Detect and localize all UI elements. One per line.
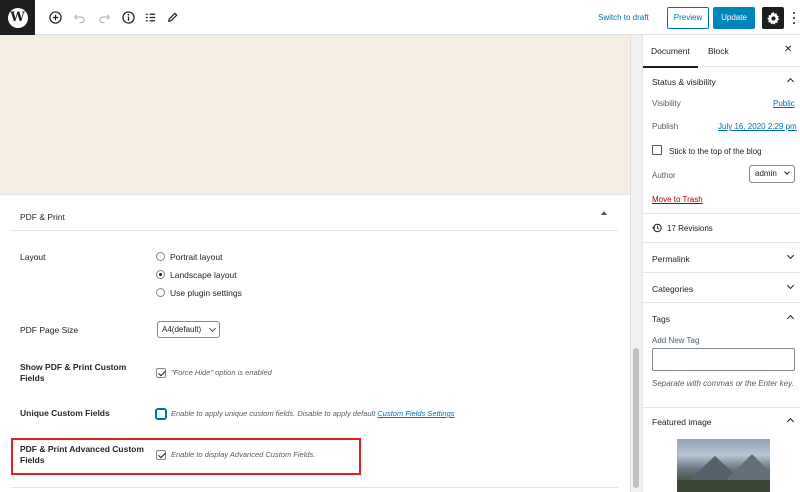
editor-toolbar: W Switch to draft Preview Update	[0, 0, 800, 35]
layout-label: Layout	[20, 252, 46, 262]
show-custom-fields-label: Show PDF & Print Custom Fields	[20, 362, 127, 383]
divider	[643, 242, 800, 243]
edit-icon	[168, 12, 178, 22]
settings-sidebar: Document Block ✕ Status & visibility Vis…	[642, 35, 800, 492]
unique-custom-fields-hint: Enable to apply unique custom fields. Di…	[171, 409, 455, 418]
permalink-title[interactable]: Permalink	[652, 254, 690, 264]
divider	[643, 272, 800, 273]
more-options-button[interactable]	[791, 10, 797, 26]
move-to-trash-link[interactable]: Move to Trash	[652, 195, 703, 204]
chevron-down-icon[interactable]	[786, 281, 795, 290]
divider	[11, 487, 618, 488]
highlight-box	[11, 438, 361, 475]
plugin-settings-radio[interactable]	[156, 288, 165, 297]
tags-hint: Separate with commas or the Enter key.	[652, 379, 794, 388]
more-options-icon	[793, 10, 795, 26]
featured-image-thumbnail[interactable]	[677, 439, 770, 492]
update-button[interactable]: Update	[713, 7, 755, 29]
edit-mode-button[interactable]	[164, 9, 181, 26]
add-block-icon	[49, 11, 62, 24]
chevron-down-icon	[784, 169, 790, 175]
tab-block[interactable]: Block	[708, 46, 729, 56]
chevron-down-icon[interactable]	[786, 251, 795, 260]
publish-label: Publish	[652, 122, 679, 131]
visibility-label: Visibility	[652, 99, 681, 108]
revisions-label: 17 Revisions	[667, 223, 713, 233]
close-icon[interactable]: ✕	[784, 44, 792, 55]
status-visibility-title[interactable]: Status & visibility	[652, 77, 716, 87]
list-view-icon	[145, 13, 156, 22]
metabox-title: PDF & Print	[20, 212, 65, 222]
landscape-layout-radio[interactable]	[156, 270, 165, 279]
portrait-layout-radio[interactable]	[156, 252, 165, 261]
undo-icon	[74, 14, 85, 24]
show-custom-fields-checkbox[interactable]	[156, 368, 166, 378]
list-view-button[interactable]	[142, 9, 159, 26]
page-size-label: PDF Page Size	[20, 325, 79, 335]
add-new-tag-label: Add New Tag	[652, 336, 700, 345]
chevron-up-icon[interactable]	[786, 417, 795, 426]
preview-button[interactable]: Preview	[667, 7, 709, 29]
revisions-icon	[652, 223, 662, 233]
editor-canvas[interactable]	[0, 35, 630, 194]
collapse-arrow-icon[interactable]	[601, 211, 607, 215]
unique-custom-fields-hint-text: Enable to apply unique custom fields. Di…	[171, 409, 376, 418]
info-icon	[122, 11, 135, 24]
show-custom-fields-hint: "Force Hide" option is enabled	[171, 368, 272, 377]
wordpress-logo-button[interactable]: W	[0, 0, 35, 35]
tag-input[interactable]	[652, 348, 795, 371]
page-size-value: A4(default)	[162, 325, 202, 334]
author-value: admin	[755, 169, 777, 178]
plugin-settings-label: Use plugin settings	[170, 288, 242, 298]
editor-scrollbar[interactable]	[630, 35, 642, 492]
unique-custom-fields-checkbox[interactable]	[156, 409, 166, 419]
featured-image-title[interactable]: Featured image	[652, 417, 712, 427]
author-select[interactable]: admin	[749, 165, 795, 183]
undo-button[interactable]	[71, 9, 88, 26]
chevron-up-icon[interactable]	[786, 77, 795, 86]
stick-to-top-label: Stick to the top of the blog	[669, 147, 762, 156]
info-button[interactable]	[120, 9, 137, 26]
categories-title[interactable]: Categories	[652, 284, 693, 294]
chevron-down-icon	[208, 324, 217, 333]
stick-to-top-checkbox[interactable]	[652, 145, 662, 155]
wordpress-logo-icon: W	[7, 7, 28, 28]
tags-title[interactable]: Tags	[652, 314, 670, 324]
divider	[643, 213, 800, 214]
landscape-layout-label: Landscape layout	[170, 270, 237, 280]
gear-icon	[766, 11, 779, 25]
scrollbar-thumb[interactable]	[633, 348, 639, 488]
settings-button[interactable]	[762, 7, 784, 29]
chevron-up-icon[interactable]	[786, 314, 795, 323]
metabox-header[interactable]: PDF & Print	[11, 195, 618, 231]
unique-custom-fields-label: Unique Custom Fields	[20, 408, 110, 418]
custom-fields-settings-link[interactable]: Custom Fields Settings	[377, 409, 454, 418]
revisions-row[interactable]: 17 Revisions	[652, 223, 713, 233]
switch-to-draft-link[interactable]: Switch to draft	[598, 13, 649, 22]
publish-date-link[interactable]: July 16, 2020 2:29 pm	[718, 122, 797, 131]
visibility-link[interactable]: Public	[773, 99, 795, 108]
sidebar-tabs: Document Block ✕	[643, 35, 800, 68]
author-label: Author	[652, 171, 676, 180]
tab-document[interactable]: Document	[643, 46, 698, 68]
redo-icon	[99, 14, 110, 24]
add-block-button[interactable]	[47, 9, 64, 26]
portrait-layout-label: Portrait layout	[170, 252, 223, 262]
divider	[643, 407, 800, 408]
redo-button[interactable]	[96, 9, 113, 26]
divider	[643, 302, 800, 303]
page-size-select[interactable]: A4(default)	[157, 321, 220, 338]
